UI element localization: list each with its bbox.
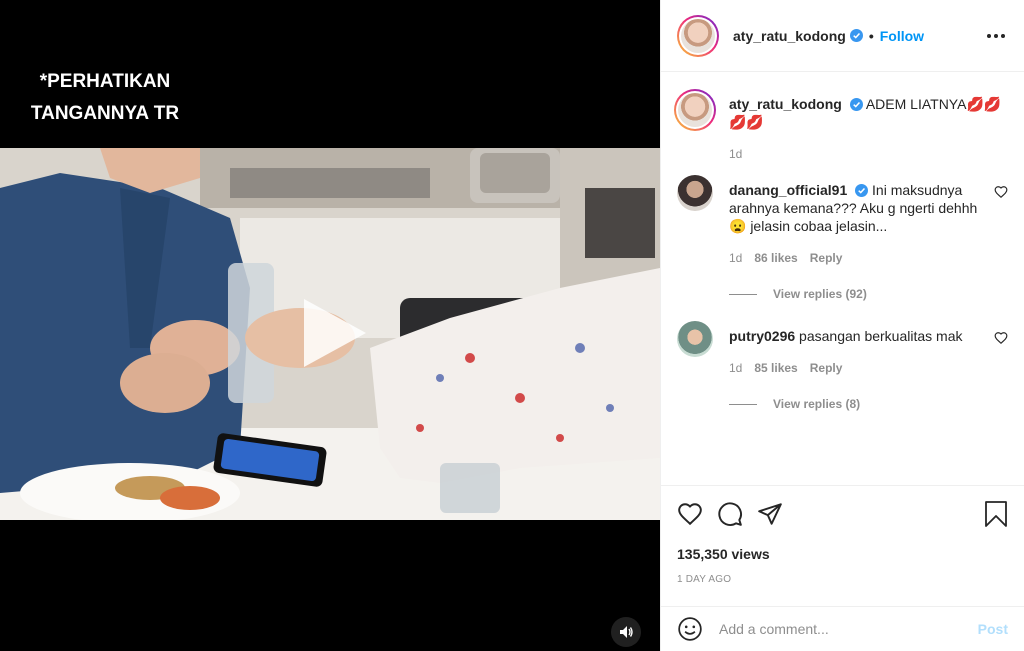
separator-dot: • (868, 27, 874, 44)
author-avatar[interactable] (677, 14, 719, 57)
comment-likes[interactable]: 86 likes (754, 249, 797, 267)
caption-meta: 1d (729, 145, 1008, 163)
commenter-username[interactable]: danang_official91 (729, 182, 847, 198)
save-button[interactable] (968, 494, 1008, 534)
comment-item: danang_official91 Ini maksudnya arahnya … (677, 175, 1008, 303)
comment-icon (718, 502, 742, 526)
comment-composer: Post (661, 606, 1024, 651)
more-options-icon (987, 33, 1005, 38)
comment-meta: 1d 86 likes Reply (729, 249, 986, 267)
comment-timestamp[interactable]: 1d (729, 249, 742, 267)
author-info: aty_ratu_kodong • Follow (733, 28, 924, 44)
comment-likes[interactable]: 85 likes (754, 359, 797, 377)
reply-button[interactable]: Reply (810, 359, 843, 377)
commenter-avatar[interactable] (677, 175, 713, 211)
verified-badge-icon (849, 98, 863, 111)
video-caption-line-2: TANGANNYA TR (30, 103, 180, 124)
video-caption-overlay: *PERHATIKAN TANGANNYA TR (0, 66, 210, 130)
view-count[interactable]: 135,350 views (677, 546, 1008, 562)
more-options-button[interactable] (984, 24, 1008, 48)
comment-text: pasangan berkualitas mak (799, 328, 963, 344)
caption-timestamp[interactable]: 1d (729, 145, 742, 163)
mute-toggle-button[interactable] (611, 617, 641, 647)
caption-author-avatar[interactable] (674, 89, 716, 131)
comment-input[interactable] (719, 621, 978, 637)
author-username[interactable]: aty_ratu_kodong (733, 28, 846, 44)
verified-badge-icon (855, 184, 869, 197)
video-player[interactable]: *PERHATIKAN TANGANNYA TR (0, 0, 660, 651)
caption-username[interactable]: aty_ratu_kodong (729, 96, 842, 112)
video-caption-line-1: *PERHATIKAN (39, 71, 171, 92)
post-caption: aty_ratu_kodong ADEM LIATNYA💋💋💋💋 1d (674, 89, 1008, 163)
view-replies-label: View replies (92) (773, 287, 867, 301)
comment-meta: 1d 85 likes Reply (729, 359, 986, 377)
post-comment-button[interactable]: Post (978, 621, 1008, 637)
heart-icon (678, 503, 702, 526)
replies-divider (729, 293, 757, 295)
follow-button[interactable]: Follow (880, 28, 924, 44)
commenter-username[interactable]: putry0296 (729, 328, 795, 344)
comment-timestamp[interactable]: 1d (729, 359, 742, 377)
comment-like-heart-icon[interactable] (994, 331, 1008, 345)
play-button[interactable] (292, 293, 372, 373)
view-replies-button[interactable]: View replies (92) (729, 285, 986, 303)
share-button[interactable] (757, 494, 797, 534)
comment-like-heart-icon[interactable] (994, 185, 1008, 199)
post-header: aty_ratu_kodong • Follow (661, 0, 1024, 72)
comments-list[interactable]: aty_ratu_kodong ADEM LIATNYA💋💋💋💋 1d dana… (661, 73, 1024, 485)
play-icon (304, 299, 366, 367)
like-button[interactable] (677, 494, 717, 534)
comment-item: putry0296 pasangan berkualitas mak 1d 85… (677, 321, 1008, 413)
emoji-icon[interactable] (677, 616, 703, 642)
action-bar (677, 486, 1008, 542)
post-sidebar: aty_ratu_kodong • Follow aty_ratu_kodong (660, 0, 1024, 651)
speaker-icon (620, 626, 633, 638)
bookmark-icon (985, 501, 1007, 527)
comment-button[interactable] (717, 494, 757, 534)
replies-divider (729, 403, 757, 405)
post-timestamp[interactable]: 1 DAY AGO (677, 574, 1008, 585)
verified-badge-icon (849, 29, 863, 42)
view-replies-button[interactable]: View replies (8) (729, 395, 986, 413)
commenter-avatar[interactable] (677, 321, 713, 357)
view-replies-label: View replies (8) (773, 397, 861, 411)
reply-button[interactable]: Reply (810, 249, 843, 267)
share-icon (758, 503, 782, 525)
post-actions: 135,350 views 1 DAY AGO (661, 485, 1024, 585)
